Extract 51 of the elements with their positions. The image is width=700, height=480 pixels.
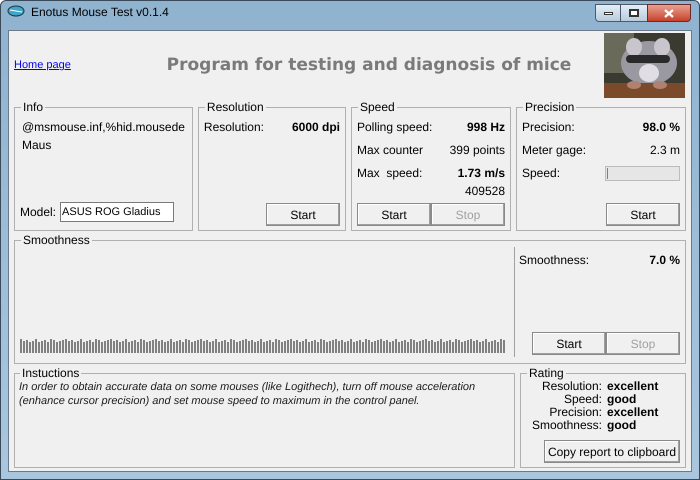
field-label: Max counter bbox=[357, 142, 424, 159]
start-button[interactable]: Start bbox=[532, 332, 606, 355]
model-field[interactable]: ASUS ROG Gladius bbox=[60, 202, 174, 222]
field-value: 409528 bbox=[464, 183, 505, 200]
field-label: Precision: bbox=[522, 119, 575, 136]
field-label: Max speed: bbox=[357, 165, 422, 182]
field-value: 1.73 m/s bbox=[458, 165, 505, 182]
field-label: Resolution: bbox=[204, 119, 264, 136]
field-value: 2.3 m bbox=[650, 142, 680, 159]
rating-label: Smoothness: bbox=[530, 419, 602, 432]
group-title: Info bbox=[22, 100, 44, 114]
close-button[interactable] bbox=[647, 4, 691, 22]
minimize-button[interactable] bbox=[595, 4, 621, 22]
start-button[interactable]: Start bbox=[266, 203, 340, 226]
rating-label: Speed: bbox=[562, 393, 602, 406]
maximize-icon bbox=[629, 9, 639, 17]
program-heading: Program for testing and diagnosis of mice bbox=[166, 54, 572, 77]
rating-label: Resolution: bbox=[542, 380, 602, 393]
group-title: Smoothness bbox=[22, 233, 91, 247]
field-value: 399 points bbox=[450, 142, 505, 159]
field-label: Speed: bbox=[522, 165, 562, 182]
rating-value: excellent bbox=[607, 406, 660, 419]
field-value: 7.0 % bbox=[649, 252, 680, 269]
device-name: Maus bbox=[22, 137, 52, 154]
start-button[interactable]: Start bbox=[357, 203, 431, 226]
start-button[interactable]: Start bbox=[606, 203, 680, 226]
rating-value: good bbox=[607, 419, 638, 432]
field-value: 98.0 % bbox=[642, 119, 680, 136]
group-title: Rating bbox=[528, 366, 565, 380]
home-page-link[interactable]: Home page bbox=[14, 57, 134, 74]
field-label: Meter gage: bbox=[522, 142, 586, 159]
rating-value: good bbox=[607, 393, 638, 406]
rating-value: excellent bbox=[607, 380, 660, 393]
device-name: @msmouse.inf,%hid.mousede bbox=[22, 119, 185, 136]
field-label: Polling speed: bbox=[357, 119, 432, 136]
maximize-button[interactable] bbox=[621, 4, 647, 22]
group-title: Instuctions bbox=[21, 366, 80, 380]
field-label: Smoothness: bbox=[519, 252, 590, 269]
rating-label: Precision: bbox=[548, 406, 602, 419]
window-title: Enotus Mouse Test v0.1.4 bbox=[31, 4, 169, 20]
instructions-text: In order to obtain accurate data on some mouses (like Logithech), turn off mouse acceleration (enhance cursor precision) and set mouse speed to maximum in the control panel. bbox=[19, 380, 476, 408]
copy-report-button[interactable]: Copy report to clipboard bbox=[544, 440, 680, 463]
field-value: 6000 dpi bbox=[292, 119, 340, 136]
group-title: Speed bbox=[359, 100, 396, 114]
minimize-icon bbox=[604, 12, 612, 14]
field-label: Model: bbox=[20, 204, 56, 221]
group-title: Resolution bbox=[206, 100, 265, 114]
mouse-icon bbox=[7, 4, 25, 18]
close-icon bbox=[664, 8, 674, 18]
field-value: 998 Hz bbox=[466, 119, 505, 136]
group-title: Precision bbox=[524, 100, 576, 114]
